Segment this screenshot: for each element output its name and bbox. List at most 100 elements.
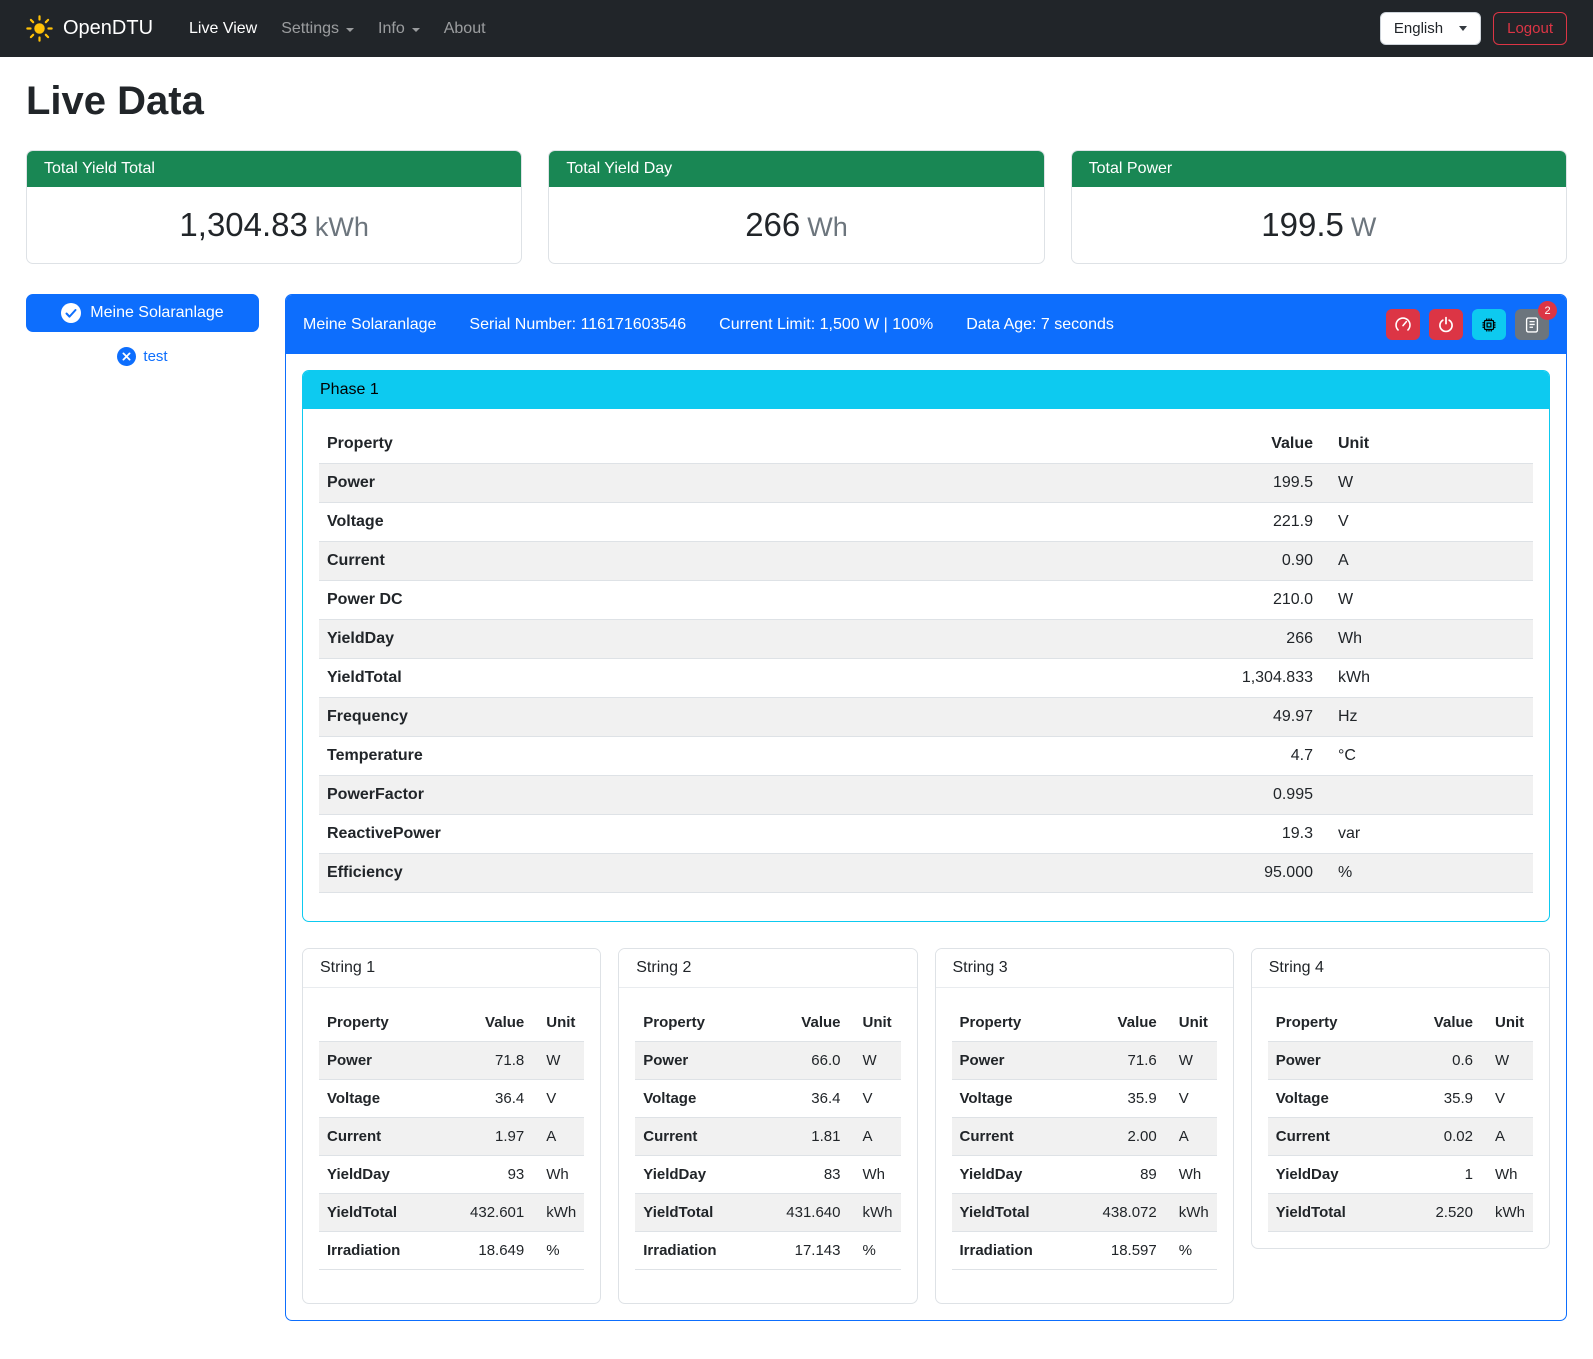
column-header-value: Value [1201, 425, 1321, 464]
table-cell-property: YieldTotal [319, 1194, 458, 1232]
language-select[interactable]: English [1380, 12, 1481, 45]
language-select-value: English [1394, 20, 1443, 37]
table-row: Irradiation18.597% [952, 1232, 1217, 1270]
table-cell-unit: A [1321, 542, 1533, 581]
power-button[interactable] [1429, 309, 1463, 340]
table-row: YieldTotal438.072kWh [952, 1194, 1217, 1232]
table-cell-property: Current [1268, 1118, 1407, 1156]
table-cell-unit: Hz [1321, 698, 1533, 737]
table-cell-value: 71.8 [458, 1042, 532, 1080]
table-cell-unit: kWh [532, 1194, 584, 1232]
table-row: Temperature4.7°C [319, 737, 1533, 776]
inverter-name: Meine Solaranlage [303, 316, 436, 334]
table-row: YieldDay266Wh [319, 620, 1533, 659]
table-cell-property: Current [319, 1118, 458, 1156]
column-header-unit: Unit [1165, 1004, 1217, 1042]
table-row: Current1.81A [635, 1118, 900, 1156]
column-header-property: Property [635, 1004, 774, 1042]
string-table: Property Value Unit Power0.6WVoltage35.9… [1268, 1004, 1533, 1232]
brand[interactable]: OpenDTU [26, 15, 153, 42]
inverter-select-button[interactable]: Meine Solaranlage [26, 294, 259, 332]
string-card-1: String 1 Property Value Unit [302, 948, 601, 1304]
table-cell-value: 199.5 [1201, 464, 1321, 503]
nav-about[interactable]: About [434, 12, 496, 46]
table-cell-unit: % [1165, 1232, 1217, 1270]
table-row: Voltage36.4V [319, 1080, 584, 1118]
table-cell-value: 210.0 [1201, 581, 1321, 620]
page-title: Live Data [26, 79, 1567, 124]
table-cell-property: Irradiation [319, 1232, 458, 1270]
string-card-body: Property Value Unit Power71.6WVoltage35.… [936, 988, 1233, 1303]
gauge-icon [1394, 316, 1412, 334]
device-info-button[interactable] [1472, 309, 1506, 340]
table-row: Current1.97A [319, 1118, 584, 1156]
table-cell-unit: kWh [1165, 1194, 1217, 1232]
string-card-title: String 2 [619, 949, 916, 988]
table-cell-value: 36.4 [458, 1080, 532, 1118]
table-cell-value: 66.0 [775, 1042, 849, 1080]
summary-card-title: Total Yield Day [549, 151, 1043, 187]
table-cell-unit: var [1321, 815, 1533, 854]
string-table-body: Power71.8WVoltage36.4VCurrent1.97AYieldD… [319, 1042, 584, 1270]
table-cell-property: Power [1268, 1042, 1407, 1080]
table-row: Voltage35.9V [1268, 1080, 1533, 1118]
chevron-down-icon [346, 28, 354, 32]
column-header-property: Property [1268, 1004, 1407, 1042]
limit-settings-button[interactable] [1386, 309, 1420, 340]
table-header-row: Property Value Unit [952, 1004, 1217, 1042]
table-row: Voltage36.4V [635, 1080, 900, 1118]
table-row: Frequency49.97Hz [319, 698, 1533, 737]
summary-card-value: 199.5 [1261, 206, 1344, 243]
string-card-body: Property Value Unit Power0.6WVoltage35.9… [1252, 988, 1549, 1248]
string-card-body: Property Value Unit Power71.8WVoltage36.… [303, 988, 600, 1303]
phase-card-title: Phase 1 [303, 371, 1549, 409]
table-row: YieldTotal1,304.833kWh [319, 659, 1533, 698]
table-cell-property: YieldDay [319, 1156, 458, 1194]
table-cell-value: 2.00 [1091, 1118, 1165, 1156]
table-cell-property: YieldDay [635, 1156, 774, 1194]
table-cell-property: Power [319, 1042, 458, 1080]
strings-row: String 1 Property Value Unit [302, 948, 1550, 1304]
table-row: Power66.0W [635, 1042, 900, 1080]
table-cell-value: 221.9 [1201, 503, 1321, 542]
table-cell-property: YieldDay [319, 620, 1201, 659]
summary-card-yield-day: Total Yield Day 266Wh [548, 150, 1044, 264]
table-cell-unit: V [1481, 1080, 1533, 1118]
table-cell-property: YieldTotal [635, 1194, 774, 1232]
table-cell-value: 1,304.833 [1201, 659, 1321, 698]
nav-settings[interactable]: Settings [271, 12, 364, 46]
phase-card-body: Property Value Unit Power199.5WVoltage22… [303, 409, 1549, 921]
table-cell-unit: W [849, 1042, 901, 1080]
table-row: YieldTotal2.520kWh [1268, 1194, 1533, 1232]
table-cell-property: Voltage [319, 1080, 458, 1118]
chevron-down-icon [412, 28, 420, 32]
summary-card-body: 1,304.83kWh [27, 187, 521, 263]
table-cell-value: 19.3 [1201, 815, 1321, 854]
table-row: Power DC210.0W [319, 581, 1533, 620]
table-cell-property: Current [319, 542, 1201, 581]
table-cell-value: 4.7 [1201, 737, 1321, 776]
nav-links: Live View Settings Info About [179, 12, 1380, 46]
table-row: Current0.02A [1268, 1118, 1533, 1156]
sidebar-item-test-label: test [143, 348, 167, 365]
nav-live-view[interactable]: Live View [179, 12, 267, 46]
logout-button[interactable]: Logout [1493, 12, 1567, 45]
event-log-button[interactable]: 2 [1515, 309, 1549, 340]
column-header-unit: Unit [532, 1004, 584, 1042]
summary-card-title: Total Power [1072, 151, 1566, 187]
table-cell-value: 431.640 [775, 1194, 849, 1232]
table-row: ReactivePower19.3var [319, 815, 1533, 854]
table-cell-unit: W [1165, 1042, 1217, 1080]
table-row: YieldDay83Wh [635, 1156, 900, 1194]
brand-label: OpenDTU [63, 17, 153, 40]
table-cell-property: Irradiation [635, 1232, 774, 1270]
table-row: Power199.5W [319, 464, 1533, 503]
table-row: YieldDay1Wh [1268, 1156, 1533, 1194]
table-cell-unit: Wh [1165, 1156, 1217, 1194]
inverter-panel-header: Meine Solaranlage Serial Number: 1161716… [286, 295, 1566, 354]
table-cell-property: Efficiency [319, 854, 1201, 893]
nav-info[interactable]: Info [368, 12, 430, 46]
sidebar-item-test[interactable]: test [26, 347, 259, 366]
table-cell-property: Voltage [319, 503, 1201, 542]
table-cell-unit: kWh [849, 1194, 901, 1232]
